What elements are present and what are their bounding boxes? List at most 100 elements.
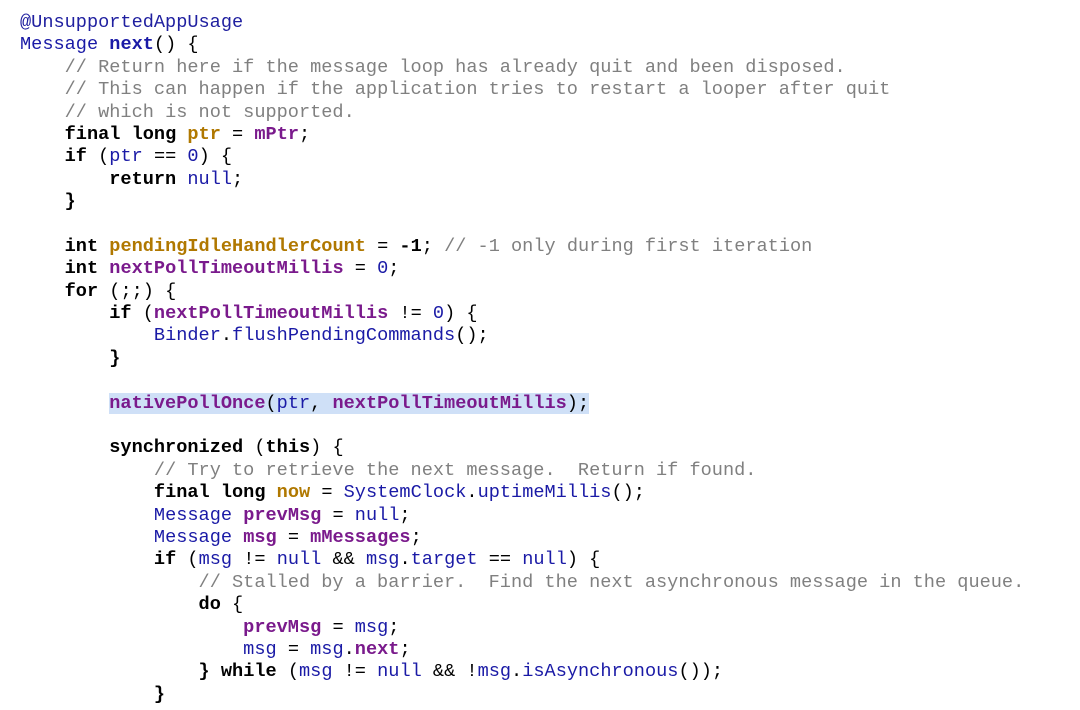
code-line[interactable]: final long ptr = mPtr; (20, 124, 1080, 146)
code-token: = (276, 638, 311, 660)
code-token: mMessages (310, 526, 411, 548)
code-line[interactable]: // Stalled by a barrier. Find the next a… (20, 572, 1080, 594)
code-token: msg (365, 549, 400, 571)
code-line[interactable]: final long now = SystemClock.uptimeMilli… (20, 482, 1080, 504)
code-line[interactable]: @UnsupportedAppUsage (20, 12, 1080, 34)
code-token: . (511, 661, 523, 683)
code-token: ( (265, 392, 277, 414)
code-line[interactable]: // Return here if the message loop has a… (20, 57, 1080, 79)
code-line[interactable]: Binder.flushPendingCommands(); (20, 325, 1080, 347)
code-token: == (142, 146, 188, 168)
code-token: = (220, 123, 255, 145)
code-token: ()); (678, 661, 724, 683)
code-token: = (365, 235, 400, 257)
code-line[interactable]: msg = msg.next; (20, 639, 1080, 661)
code-line[interactable]: int pendingIdleHandlerCount = -1; // -1 … (20, 236, 1080, 258)
code-content: for (;;) { (65, 281, 177, 302)
code-token: . (466, 482, 478, 504)
code-token: next (109, 34, 154, 56)
code-line[interactable]: do { (20, 594, 1080, 616)
code-token: () { (153, 34, 199, 56)
code-token: ( (131, 303, 154, 325)
code-token: ; (232, 168, 244, 190)
code-line[interactable]: synchronized (this) { (20, 437, 1080, 459)
code-line[interactable]: if (msg != null && msg.target == null) { (20, 549, 1080, 571)
code-token: // which is not supported. (64, 101, 355, 123)
code-content: msg = msg.next; (243, 639, 410, 660)
code-line[interactable]: // Try to retrieve the next message. Ret… (20, 460, 1080, 482)
code-token: null (187, 168, 233, 190)
code-token: ; (388, 616, 400, 638)
code-line[interactable]: nativePollOnce(ptr, nextPollTimeoutMilli… (20, 392, 1080, 415)
code-token: } (64, 191, 76, 213)
code-token: target (410, 549, 478, 571)
code-token: prevMsg (243, 504, 322, 526)
code-line[interactable] (20, 415, 1080, 437)
code-line[interactable]: int nextPollTimeoutMillis = 0; (20, 258, 1080, 280)
code-line[interactable]: Message prevMsg = null; (20, 505, 1080, 527)
code-line[interactable]: for (;;) { (20, 281, 1080, 303)
code-token: msg (299, 661, 333, 683)
code-line[interactable]: Message msg = mMessages; (20, 527, 1080, 549)
code-token: && (321, 549, 366, 571)
code-line[interactable]: // This can happen if the application tr… (20, 79, 1080, 101)
code-token: msg (310, 638, 344, 660)
code-content: Binder.flushPendingCommands(); (154, 325, 489, 346)
code-content: if (msg != null && msg.target == null) { (154, 549, 600, 570)
code-line[interactable]: Message next() { (20, 34, 1080, 56)
code-line[interactable]: return null; (20, 169, 1080, 191)
code-token: ; (399, 504, 411, 526)
code-token: . (399, 549, 411, 571)
code-content: prevMsg = msg; (243, 617, 399, 638)
code-line[interactable]: if (ptr == 0) { (20, 146, 1080, 168)
code-token: // Stalled by a barrier. Find the next a… (198, 571, 1025, 593)
code-line[interactable]: prevMsg = msg; (20, 617, 1080, 639)
code-token: // Try to retrieve the next message. Ret… (153, 459, 757, 481)
code-token: . (220, 325, 233, 347)
code-token: = (343, 258, 378, 280)
code-content: return null; (109, 169, 243, 190)
code-token: msg (198, 549, 233, 571)
code-token: final long (153, 482, 266, 504)
code-token: ; (421, 235, 445, 257)
code-content: Message msg = mMessages; (154, 527, 422, 548)
code-token: msg (243, 526, 277, 548)
code-token: && ! (421, 661, 478, 683)
code-editor[interactable]: @UnsupportedAppUsage Message next() { // … (20, 12, 1080, 706)
code-line[interactable]: } (20, 348, 1080, 370)
code-line[interactable]: } (20, 191, 1080, 213)
code-content: } (154, 684, 165, 705)
code-token: , (310, 392, 333, 414)
code-line[interactable] (20, 214, 1080, 236)
code-line[interactable]: // which is not supported. (20, 102, 1080, 124)
code-token: // This can happen if the application tr… (64, 79, 891, 101)
code-token: == (477, 549, 523, 571)
code-line[interactable] (20, 370, 1080, 392)
code-token: msg (243, 638, 277, 660)
code-line[interactable]: } while (msg != null && !msg.isAsynchron… (20, 661, 1080, 683)
code-token: 0 (187, 146, 199, 168)
code-token: ) { (310, 437, 344, 459)
code-line[interactable]: if (nextPollTimeoutMillis != 0) { (20, 303, 1080, 325)
code-line[interactable]: } (20, 684, 1080, 706)
code-content: } while (msg != null && !msg.isAsynchron… (199, 661, 724, 682)
